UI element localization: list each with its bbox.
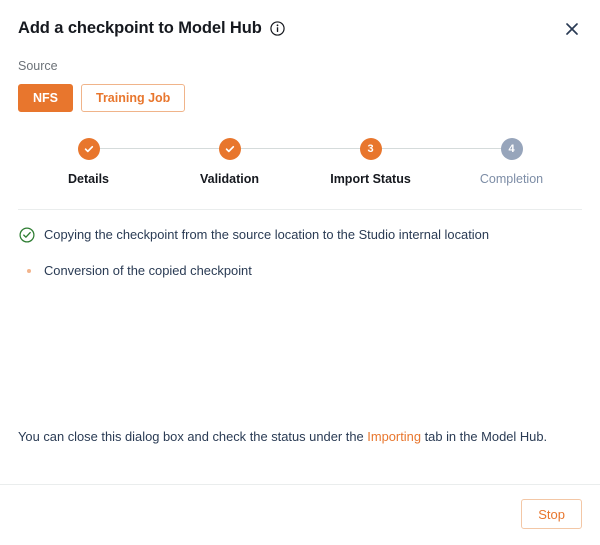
step-3-label: Import Status (330, 172, 411, 186)
source-option-nfs[interactable]: NFS (18, 84, 73, 112)
hint-prefix: You can close this dialog box and check … (18, 429, 368, 444)
check-circle-icon (18, 226, 36, 244)
stop-button[interactable]: Stop (521, 499, 582, 529)
status-item-copying: Copying the checkpoint from the source l… (18, 226, 582, 244)
step-import-status[interactable]: 3 Import Status (300, 138, 441, 187)
source-option-training-job[interactable]: Training Job (81, 84, 186, 112)
add-checkpoint-dialog: Add a checkpoint to Model Hub Source NFS… (0, 0, 600, 545)
step-3-number: 3 (359, 138, 382, 160)
import-status-list: Copying the checkpoint from the source l… (0, 210, 600, 428)
step-4-number: 4 (500, 138, 523, 160)
wizard-stepper: Details Validation 3 Import Status 4 Com… (0, 112, 600, 187)
step-4-label: Completion (479, 172, 544, 186)
step-validation[interactable]: Validation (159, 138, 300, 187)
importing-tab-link[interactable]: Importing (367, 429, 421, 444)
step-details[interactable]: Details (18, 138, 159, 187)
status-item-label: Conversion of the copied checkpoint (44, 263, 252, 278)
source-label: Source (18, 59, 58, 73)
stepper-row: Details Validation 3 Import Status 4 Com… (18, 138, 582, 187)
step-2-label: Validation (199, 172, 260, 186)
close-icon[interactable] (560, 17, 584, 41)
step-2-check-icon (218, 138, 241, 160)
page-title: Add a checkpoint to Model Hub (18, 19, 262, 37)
status-item-label: Copying the checkpoint from the source l… (44, 227, 489, 242)
title-wrap: Add a checkpoint to Model Hub (18, 18, 285, 38)
dialog-hint-text: You can close this dialog box and check … (0, 428, 600, 462)
step-1-check-icon (77, 138, 100, 160)
source-section: Source NFS Training Job (0, 38, 600, 112)
source-toggle-group: NFS Training Job (18, 84, 582, 112)
step-completion[interactable]: 4 Completion (441, 138, 582, 187)
spinner-icon (18, 262, 36, 280)
dialog-header: Add a checkpoint to Model Hub (0, 0, 600, 38)
hint-suffix: tab in the Model Hub. (420, 429, 548, 444)
step-1-label: Details (68, 172, 109, 186)
dialog-actions: Stop (0, 485, 600, 545)
info-circle-icon[interactable] (270, 20, 285, 36)
status-item-conversion: Conversion of the copied checkpoint (18, 262, 582, 280)
